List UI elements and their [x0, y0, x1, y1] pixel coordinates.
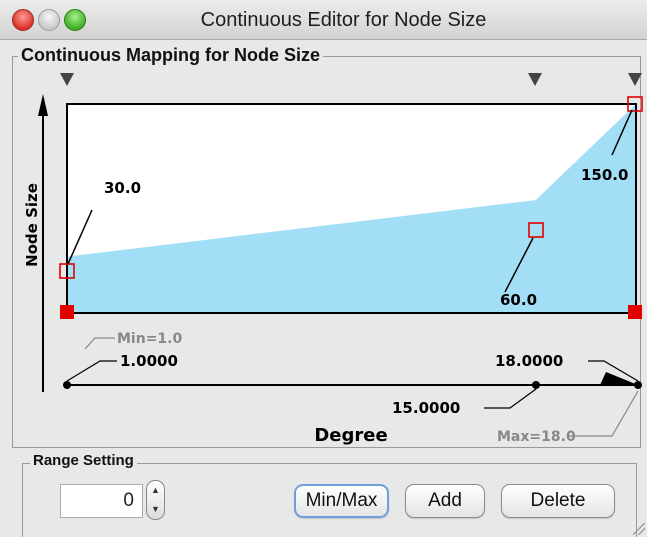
point-marker-triangle[interactable]	[60, 73, 74, 86]
stepper-up-icon[interactable]: ▲	[147, 481, 164, 500]
min-corner-handle[interactable]	[60, 305, 74, 319]
min-leader	[84, 337, 115, 350]
delete-button[interactable]: Delete	[501, 484, 615, 518]
slider-thumb[interactable]	[63, 381, 71, 389]
slider-thumb[interactable]	[532, 381, 540, 389]
slider-min-label: Min=1.0	[117, 331, 182, 347]
range-setting-title: Range Setting	[30, 452, 137, 469]
max-corner-handle[interactable]	[628, 305, 642, 319]
thumb-leader	[484, 388, 537, 409]
add-button[interactable]: Add	[405, 484, 485, 518]
slider-thumb-value: 15.0000	[392, 399, 460, 417]
y-axis-label: Node Size	[23, 183, 41, 267]
point-value-label: 30.0	[104, 179, 141, 197]
stepper-down-icon[interactable]: ▼	[147, 500, 164, 519]
point-value-label: 60.0	[500, 291, 537, 309]
point-value-label: 150.0	[581, 166, 628, 184]
slider-arrowhead	[600, 372, 638, 385]
x-axis-label: Degree	[314, 425, 387, 446]
y-axis-arrowhead	[38, 94, 48, 116]
slider-max-label: Max=18.0	[497, 429, 576, 445]
resize-grip-icon[interactable]	[633, 523, 645, 535]
min-max-button[interactable]: Min/Max	[294, 484, 389, 518]
thumb-leader	[66, 360, 117, 382]
slider-thumb-value: 18.0000	[495, 352, 563, 370]
max-leader	[568, 390, 639, 437]
slider-thumb[interactable]	[634, 381, 642, 389]
range-value-field[interactable]: 0	[60, 484, 143, 518]
slider-thumb-value: 1.0000	[120, 352, 178, 370]
range-stepper[interactable]: ▲ ▼	[146, 480, 165, 520]
point-marker-triangle[interactable]	[528, 73, 542, 86]
point-marker-triangle[interactable]	[628, 73, 642, 86]
